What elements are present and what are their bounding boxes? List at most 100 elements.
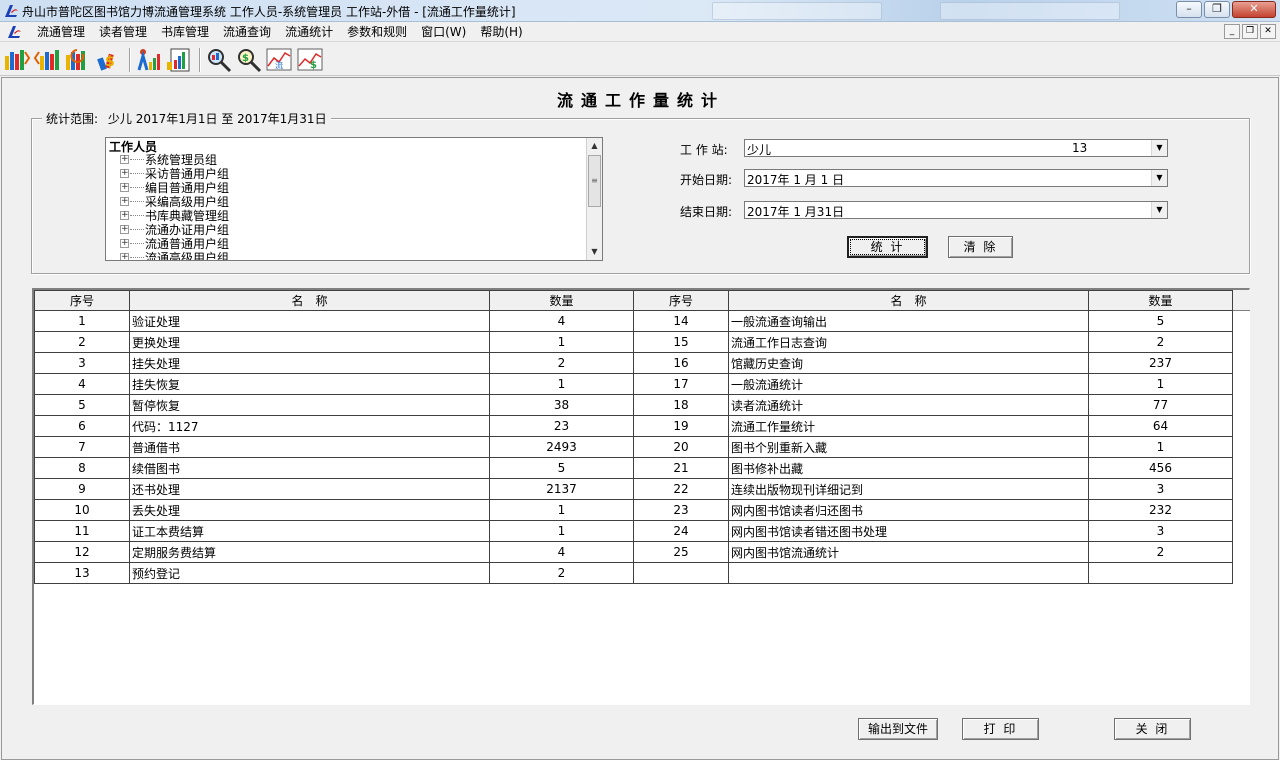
- results-grid[interactable]: 序号 名 称 数量 序号 名 称 数量 1 验证处理 4 14 一般流通查询输出 5 2 更换…: [32, 288, 1250, 705]
- column-header-count[interactable]: 数量: [489, 290, 634, 311]
- table-row[interactable]: 7 普通借书 2493 20 图书个别重新入藏 1: [34, 436, 1233, 458]
- expand-icon[interactable]: +: [120, 154, 129, 164]
- index-cell[interactable]: 10: [34, 499, 130, 521]
- count-cell[interactable]: 1: [489, 331, 634, 353]
- scroll-down-icon[interactable]: ▼: [587, 244, 602, 260]
- expand-icon[interactable]: +: [120, 224, 129, 234]
- count-cell[interactable]: 1: [489, 373, 634, 395]
- index-cell[interactable]: 12: [34, 541, 130, 563]
- name-cell[interactable]: 连续出版物现刊详细记到: [728, 478, 1089, 500]
- expand-icon[interactable]: +: [120, 168, 129, 178]
- count-cell[interactable]: 2: [1088, 331, 1233, 353]
- name-cell[interactable]: 验证处理: [129, 310, 490, 332]
- index-cell[interactable]: 19: [633, 415, 729, 437]
- start-date-picker[interactable]: 2017年 1 月 1 日 ▼: [744, 169, 1168, 187]
- index-cell[interactable]: 21: [633, 457, 729, 479]
- index-cell[interactable]: [633, 562, 729, 584]
- close-button[interactable]: 关 闭: [1114, 718, 1191, 740]
- staff-tree[interactable]: 工作人员 + 系统管理员组 + 采访普通用户组 + 编目普通用户组 + 采编高级用户组 …: [105, 137, 603, 261]
- name-cell[interactable]: 定期服务费结算: [129, 541, 490, 563]
- mdi-restore-button[interactable]: ❐: [1242, 24, 1258, 39]
- scroll-up-icon[interactable]: ▲: [587, 138, 602, 154]
- column-header-name[interactable]: 名 称: [728, 290, 1089, 311]
- column-header-count[interactable]: 数量: [1088, 290, 1233, 311]
- minimize-button[interactable]: –: [1176, 1, 1202, 18]
- count-cell[interactable]: 2: [1088, 541, 1233, 563]
- index-cell[interactable]: 24: [633, 520, 729, 542]
- index-cell[interactable]: 1: [34, 310, 130, 332]
- table-row[interactable]: 9 还书处理 2137 22 连续出版物现刊详细记到 3: [34, 478, 1233, 500]
- index-cell[interactable]: 18: [633, 394, 729, 416]
- name-cell[interactable]: 暂停恢复: [129, 394, 490, 416]
- mdi-close-button[interactable]: ✕: [1260, 24, 1276, 39]
- name-cell[interactable]: 图书修补出藏: [728, 457, 1089, 479]
- count-cell[interactable]: 2137: [489, 478, 634, 500]
- name-cell[interactable]: 挂失处理: [129, 352, 490, 374]
- count-cell[interactable]: 1: [489, 520, 634, 542]
- station-select[interactable]: 少儿 13 ▼: [744, 139, 1168, 157]
- circulation-query-icon[interactable]: $: [235, 46, 263, 73]
- name-cell[interactable]: [728, 562, 1089, 584]
- count-cell[interactable]: 1: [489, 499, 634, 521]
- index-cell[interactable]: 3: [34, 352, 130, 374]
- count-cell[interactable]: 456: [1088, 457, 1233, 479]
- name-cell[interactable]: 挂失恢复: [129, 373, 490, 395]
- menu-window[interactable]: 窗口(W): [414, 24, 473, 40]
- name-cell[interactable]: 流通工作量统计: [728, 415, 1089, 437]
- print-button[interactable]: 打 印: [962, 718, 1039, 740]
- count-cell[interactable]: 1: [1088, 436, 1233, 458]
- chevron-down-icon[interactable]: ▼: [1151, 140, 1167, 156]
- clear-button[interactable]: 清 除: [948, 236, 1013, 258]
- index-cell[interactable]: 20: [633, 436, 729, 458]
- name-cell[interactable]: 读者流通统计: [728, 394, 1089, 416]
- borrow-icon[interactable]: [3, 46, 31, 73]
- index-cell[interactable]: 15: [633, 331, 729, 353]
- search-icon[interactable]: [205, 46, 233, 73]
- name-cell[interactable]: 流通工作日志查询: [728, 331, 1089, 353]
- table-row[interactable]: 10 丢失处理 1 23 网内图书馆读者归还图书 232: [34, 499, 1233, 521]
- index-cell[interactable]: 11: [34, 520, 130, 542]
- index-cell[interactable]: 5: [34, 394, 130, 416]
- circulation-chart-icon[interactable]: 流: [265, 46, 293, 73]
- close-window-button[interactable]: ✕: [1232, 1, 1276, 18]
- mdi-child-logo-icon[interactable]: [6, 24, 22, 40]
- name-cell[interactable]: 预约登记: [129, 562, 490, 584]
- return-icon[interactable]: [33, 46, 61, 73]
- index-cell[interactable]: 2: [34, 331, 130, 353]
- report-icon[interactable]: [165, 46, 193, 73]
- table-row[interactable]: 4 挂失恢复 1 17 一般流通统计 1: [34, 373, 1233, 395]
- column-header-name[interactable]: 名 称: [129, 290, 490, 311]
- chevron-down-icon[interactable]: ▼: [1151, 202, 1167, 218]
- index-cell[interactable]: 25: [633, 541, 729, 563]
- expand-icon[interactable]: +: [120, 238, 129, 248]
- expand-icon[interactable]: +: [120, 182, 129, 192]
- expand-icon[interactable]: +: [120, 196, 129, 206]
- count-cell[interactable]: 237: [1088, 352, 1233, 374]
- table-row[interactable]: 5 暂停恢复 38 18 读者流通统计 77: [34, 394, 1233, 416]
- name-cell[interactable]: 丢失处理: [129, 499, 490, 521]
- name-cell[interactable]: 续借图书: [129, 457, 490, 479]
- name-cell[interactable]: 还书处理: [129, 478, 490, 500]
- name-cell[interactable]: 更换处理: [129, 331, 490, 353]
- count-cell[interactable]: 2: [489, 352, 634, 374]
- index-cell[interactable]: 6: [34, 415, 130, 437]
- name-cell[interactable]: 证工本费结算: [129, 520, 490, 542]
- chevron-down-icon[interactable]: ▼: [1151, 170, 1167, 186]
- tree-scrollbar[interactable]: ▲ ≡ ▼: [586, 138, 602, 260]
- name-cell[interactable]: 网内图书馆读者归还图书: [728, 499, 1089, 521]
- menu-stack-management[interactable]: 书库管理: [154, 24, 216, 40]
- table-row[interactable]: 3 挂失处理 2 16 馆藏历史查询 237: [34, 352, 1233, 374]
- table-row[interactable]: 6 代码：1127 23 19 流通工作量统计 64: [34, 415, 1233, 437]
- index-cell[interactable]: 22: [633, 478, 729, 500]
- name-cell[interactable]: 一般流通查询输出: [728, 310, 1089, 332]
- export-file-button[interactable]: 输出到文件: [858, 718, 938, 740]
- column-header-index[interactable]: 序号: [633, 290, 729, 311]
- count-cell[interactable]: 77: [1088, 394, 1233, 416]
- count-cell[interactable]: 64: [1088, 415, 1233, 437]
- index-cell[interactable]: 16: [633, 352, 729, 374]
- index-cell[interactable]: 9: [34, 478, 130, 500]
- column-header-index[interactable]: 序号: [34, 290, 130, 311]
- name-cell[interactable]: 馆藏历史查询: [728, 352, 1089, 374]
- restore-button[interactable]: ❐: [1204, 1, 1230, 18]
- table-row[interactable]: 12 定期服务费结算 4 25 网内图书馆流通统计 2: [34, 541, 1233, 563]
